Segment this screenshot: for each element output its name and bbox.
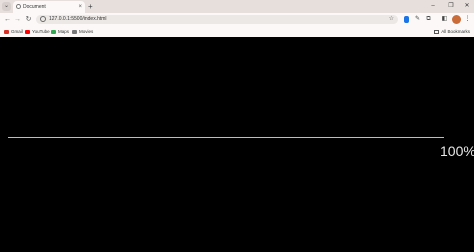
folder-icon [434,29,440,34]
bookmark-label: YouTube [32,29,50,34]
site-info-icon[interactable] [40,16,46,22]
all-bookmarks-label: All Bookmarks [441,29,470,34]
youtube-icon [25,29,30,34]
progress-bar [8,137,444,138]
side-panel-icon[interactable]: ◧ [440,15,449,24]
tab-document[interactable]: Document × [13,1,85,13]
toolbar: ← → ↻ 127.0.0.1:5500/index.html ☆ ✎ ⧉ ◧ … [0,13,474,26]
tab-close-icon[interactable]: × [78,3,82,11]
all-bookmarks-button[interactable]: All Bookmarks [434,27,470,36]
menu-kebab-icon[interactable]: ⋮ [463,15,472,24]
back-button[interactable]: ← [3,15,12,24]
tab-search-button[interactable]: ⌄ [2,2,11,11]
progress-percent-label: 100% [440,143,474,159]
bookmark-label: Gmail [11,29,23,34]
url-text[interactable]: 127.0.0.1:5500/index.html [49,15,107,24]
globe-icon [16,4,21,9]
bookmark-maps[interactable]: Maps [51,27,69,36]
page-content: 100% [0,37,474,252]
maximize-button[interactable]: ❐ [444,1,458,11]
profile-avatar[interactable] [452,15,461,24]
tab-title: Document [23,4,46,10]
tab-strip: ⌄ Document × + – ❐ ✕ [0,0,474,13]
address-bar[interactable]: 127.0.0.1:5500/index.html ☆ [36,15,398,24]
bookmark-gmail[interactable]: Gmail [4,27,23,36]
progress-fill [8,137,444,138]
extension-icon[interactable] [404,16,409,23]
maps-icon [51,29,56,34]
new-tab-button[interactable]: + [88,2,93,11]
bookmark-label: Maps [58,29,70,34]
bookmark-youtube[interactable]: YouTube [25,27,50,36]
eyedropper-icon[interactable]: ✎ [413,15,422,24]
minimize-button[interactable]: – [426,1,440,11]
close-window-button[interactable]: ✕ [460,1,474,11]
bookmark-movies[interactable]: Movies [72,27,93,36]
movies-icon [72,29,77,34]
browser-chrome: ⌄ Document × + – ❐ ✕ ← → ↻ 127.0.0.1:550… [0,0,474,38]
bookmark-label: Movies [79,29,94,34]
gmail-icon [4,29,9,34]
extensions-puzzle-icon[interactable]: ⧉ [424,15,433,24]
bookmarks-bar: Gmail YouTube Maps Movies All Bookmarks [0,26,474,37]
reload-button[interactable]: ↻ [24,15,33,24]
forward-button[interactable]: → [13,15,22,24]
bookmark-star-icon[interactable]: ☆ [389,15,394,24]
